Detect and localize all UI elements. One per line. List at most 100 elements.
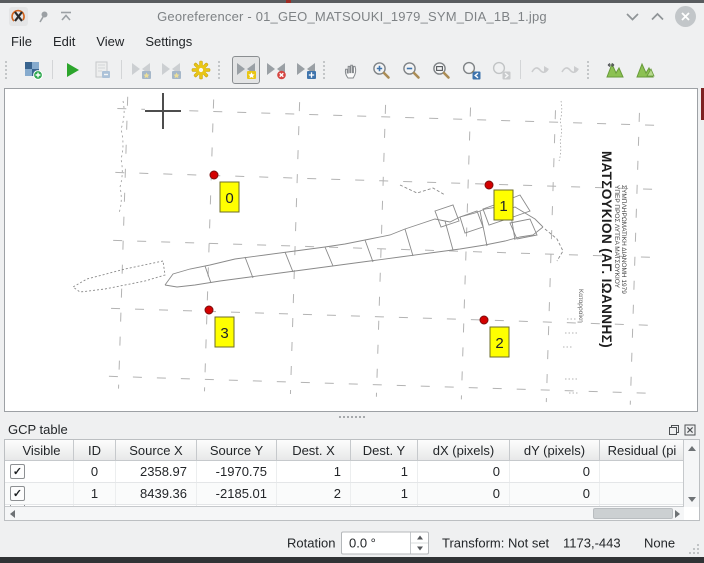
spin-up-icon[interactable] — [411, 532, 428, 543]
add-point-button[interactable] — [232, 56, 260, 84]
histogram-stretch-full-icon — [604, 60, 626, 80]
menu-file[interactable]: File — [11, 34, 32, 49]
gcp-point-0 — [210, 171, 218, 179]
start-georeferencing-button[interactable] — [58, 56, 86, 84]
generate-gdal-script-icon — [92, 60, 112, 80]
window-title: Georeferencer - 01_GEO_MATSOUKI_1979_SYM… — [0, 9, 704, 24]
visible-checkbox[interactable]: ✓ — [10, 486, 25, 501]
spin-down-icon[interactable] — [411, 543, 428, 553]
toolbar-separator — [121, 60, 122, 79]
menu-view[interactable]: View — [96, 34, 124, 49]
column-header-dy: dY (pixels) — [510, 440, 600, 460]
cell-source-x[interactable]: 2358.97 — [116, 461, 197, 482]
shade-icon[interactable] — [59, 10, 73, 23]
column-header-visible: Visible — [5, 440, 74, 460]
gcp-label-3: 3 — [220, 325, 228, 342]
move-gcp-point-button[interactable] — [292, 56, 320, 84]
cell-dy[interactable]: 0 — [510, 461, 600, 482]
load-gcp-points-icon — [130, 60, 152, 80]
cursor-coordinates: 1173,-443 — [563, 535, 621, 550]
visible-checkbox[interactable]: ✓ — [10, 464, 25, 479]
toolbar-handle[interactable] — [587, 61, 596, 79]
statusbar: Rotation 0.0 ° Transform: Not set 1173,-… — [0, 528, 704, 557]
map-fine-print-marks — [559, 101, 579, 393]
table-row: ✓ 0 2358.97 -1970.75 1 1 0 0 — [5, 461, 684, 483]
open-raster-button[interactable] — [19, 56, 47, 84]
float-panel-icon[interactable] — [668, 424, 680, 436]
background-bottom-edge — [0, 557, 704, 563]
rotation-spinbox[interactable]: 0.0 ° — [341, 531, 429, 554]
panel-splitter[interactable] — [0, 412, 704, 421]
cell-source-y[interactable]: -1970.75 — [197, 461, 277, 482]
zoom-next-icon — [491, 60, 511, 80]
table-horizontal-scrollbar[interactable] — [5, 506, 684, 520]
histogram-stretch-local-button[interactable] — [631, 56, 659, 84]
cell-dest-y[interactable]: 1 — [351, 483, 418, 504]
cell-id[interactable]: 1 — [74, 483, 116, 504]
units-mode: None — [644, 535, 675, 550]
scroll-up-icon[interactable] — [684, 441, 699, 455]
table-vertical-scrollbar[interactable] — [683, 440, 699, 507]
rotation-value[interactable]: 0.0 ° — [342, 535, 410, 550]
resize-grip[interactable] — [688, 543, 700, 555]
zoom-last-icon — [461, 60, 481, 80]
menu-settings[interactable]: Settings — [145, 34, 192, 49]
link-qgis-to-georeferencer-button — [556, 56, 584, 84]
cell-dest-x[interactable]: 2 — [277, 483, 351, 504]
histogram-stretch-local-icon — [634, 60, 656, 80]
map-parcel-strip — [73, 185, 563, 292]
toolbar — [0, 53, 704, 86]
cell-dy[interactable]: 0 — [510, 483, 600, 504]
cell-source-x[interactable]: 8439.36 — [116, 483, 197, 504]
transformation-settings-gear-icon — [191, 60, 211, 80]
zoom-in-button[interactable] — [367, 56, 395, 84]
close-icon[interactable] — [675, 6, 696, 27]
minimize-icon[interactable] — [625, 10, 640, 23]
cell-id[interactable]: 0 — [74, 461, 116, 482]
cell-residual[interactable] — [600, 461, 684, 482]
delete-point-icon — [265, 60, 287, 80]
histogram-stretch-full-button[interactable] — [601, 56, 629, 84]
scroll-down-icon[interactable] — [684, 492, 699, 506]
georeferencer-window: Georeferencer - 01_GEO_MATSOUKI_1979_SYM… — [0, 0, 704, 563]
delete-point-button[interactable] — [262, 56, 290, 84]
generate-gdal-script-button — [88, 56, 116, 84]
zoom-last-button[interactable] — [457, 56, 485, 84]
menubar: File Edit View Settings — [0, 30, 704, 53]
zoom-to-layer-button[interactable] — [427, 56, 455, 84]
gcp-points — [205, 171, 493, 324]
gcp-point-1 — [485, 181, 493, 189]
toolbar-handle[interactable] — [5, 61, 14, 79]
cell-dest-x[interactable]: 1 — [277, 461, 351, 482]
cell-source-y[interactable]: -2185.01 — [197, 483, 277, 504]
link-georeferencer-to-qgis-icon — [530, 62, 550, 78]
menu-edit[interactable]: Edit — [53, 34, 75, 49]
maximize-icon[interactable] — [650, 10, 665, 23]
scroll-left-icon[interactable] — [5, 507, 19, 520]
scanned-map: ΜΑΤΣΟΥΚΙΟΝ (ΑΓ. ΙΩΑΝΝΗΣ) ΥΠΕΡ ΠΡΟΣ ΛΥΤΕΑ… — [5, 89, 698, 411]
close-panel-icon[interactable] — [684, 424, 696, 436]
gcp-table-header: Visible ID Source X Source Y Dest. X Des… — [5, 440, 684, 461]
toolbar-handle[interactable] — [218, 61, 227, 79]
transformation-settings-button[interactable] — [187, 56, 215, 84]
rotation-label: Rotation — [287, 535, 335, 550]
gcp-label-2: 2 — [495, 335, 503, 352]
zoom-out-icon — [401, 60, 421, 80]
cell-dx[interactable]: 0 — [418, 483, 510, 504]
column-header-source-x: Source X — [116, 440, 197, 460]
gcp-point-2 — [480, 316, 488, 324]
link-qgis-to-georeferencer-icon — [560, 62, 580, 78]
cell-dest-y[interactable]: 1 — [351, 461, 418, 482]
titlebar[interactable]: Georeferencer - 01_GEO_MATSOUKI_1979_SYM… — [0, 3, 704, 30]
cell-residual[interactable] — [600, 483, 684, 504]
zoom-out-button[interactable] — [397, 56, 425, 84]
cell-dx[interactable]: 0 — [418, 461, 510, 482]
pan-button[interactable] — [337, 56, 365, 84]
map-canvas[interactable]: ΜΑΤΣΟΥΚΙΟΝ (ΑΓ. ΙΩΑΝΝΗΣ) ΥΠΕΡ ΠΡΟΣ ΛΥΤΕΑ… — [4, 88, 698, 412]
pin-icon[interactable] — [37, 10, 50, 24]
map-vertical-title: ΜΑΤΣΟΥΚΙΟΝ (ΑΓ. ΙΩΑΝΝΗΣ) — [599, 151, 614, 348]
gcp-table: Visible ID Source X Source Y Dest. X Des… — [4, 439, 700, 521]
map-vertical-subtitle-1: ΥΠΕΡ ΠΡΟΣ ΛΥΤΕΑ ΜΑΤΣΟΥΚΙΟΥ — [613, 185, 620, 289]
horizontal-scroll-thumb[interactable] — [593, 508, 673, 519]
toolbar-handle[interactable] — [323, 61, 332, 79]
